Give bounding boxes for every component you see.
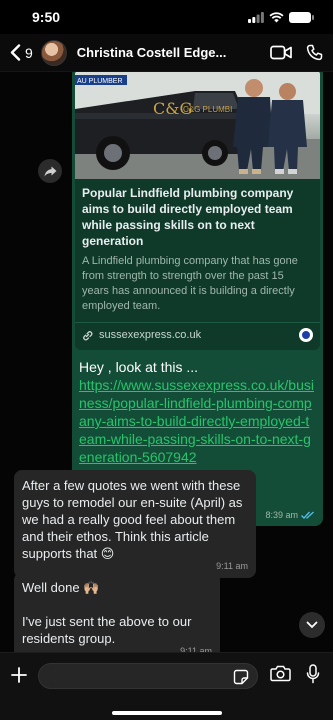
status-time: 9:50 (32, 9, 61, 25)
incoming-message-bubble[interactable]: Well done 🙌🏼 I've just sent the above to… (14, 572, 220, 652)
message-input[interactable] (39, 664, 257, 688)
site-favicon-icon (299, 328, 313, 342)
share-icon (44, 166, 56, 176)
van-photo: C&G C&G PLUMBI AU PLUMBER (75, 72, 320, 179)
header-actions (270, 44, 323, 61)
avatar[interactable] (40, 39, 67, 66)
contact-name[interactable]: Christina Costell Edge... (77, 45, 249, 60)
scroll-to-bottom-button[interactable] (299, 612, 325, 638)
link-preview[interactable]: C&G C&G PLUMBI AU PLUMBER Popular Lindfi… (75, 72, 320, 350)
status-bar: 9:50 (0, 0, 333, 34)
incoming-time: 9:11 am (216, 561, 248, 571)
chat-header: 9 Christina Costell Edge... (0, 34, 333, 72)
sticker-icon[interactable] (233, 669, 249, 685)
van-plate-text: AU PLUMBER (77, 78, 123, 85)
outgoing-time: 8:39 am (265, 510, 298, 520)
wifi-icon (269, 11, 284, 22)
message-input-wrapper (38, 663, 258, 689)
mic-icon[interactable] (306, 664, 320, 684)
read-receipt-icon (301, 511, 314, 519)
preview-title: Popular Lindfield plumbing company aims … (82, 186, 294, 248)
forward-button[interactable] (38, 159, 62, 183)
incoming-message-bubble[interactable]: After a few quotes we went with these gu… (14, 470, 256, 578)
van-sign-text: C&G PLUMBI (183, 105, 232, 114)
video-call-icon[interactable] (270, 45, 292, 60)
battery-icon (289, 11, 314, 23)
back-chevron-icon (10, 44, 21, 61)
home-indicator (112, 711, 222, 715)
preview-image: C&G C&G PLUMBI AU PLUMBER (75, 72, 320, 179)
article-link[interactable]: https://www.sussexexpress.co.uk/business… (79, 377, 314, 465)
back-button[interactable]: 9 (10, 44, 33, 61)
signal-icon (248, 11, 264, 23)
preview-domain: sussexexpress.co.uk (99, 329, 202, 341)
incoming-message-text: After a few quotes we went with these gu… (22, 478, 246, 561)
composer-bar (0, 652, 333, 720)
incoming-time: 9:11 am (180, 646, 212, 652)
camera-icon[interactable] (270, 665, 291, 682)
outgoing-meta: 8:39 am (265, 510, 315, 520)
link-icon (83, 330, 93, 340)
preview-description: A Lindfield plumbing company that has go… (82, 255, 298, 312)
unread-count: 9 (25, 44, 33, 61)
message-lead-text: Hey , look at this ... (79, 359, 199, 375)
status-icons (248, 11, 314, 23)
messages-list[interactable]: C&G C&G PLUMBI AU PLUMBER Popular Lindfi… (0, 72, 333, 652)
chevron-down-icon (306, 621, 318, 629)
preview-domain-row[interactable]: sussexexpress.co.uk (75, 322, 320, 350)
phone-icon[interactable] (306, 44, 323, 61)
plus-icon[interactable] (10, 666, 28, 684)
outgoing-message-text: Hey , look at this ... https://www.susse… (72, 350, 323, 466)
incoming-message-text: Well done 🙌🏼 I've just sent the above to… (22, 580, 192, 646)
outgoing-message-bubble[interactable]: C&G C&G PLUMBI AU PLUMBER Popular Lindfi… (72, 72, 323, 526)
